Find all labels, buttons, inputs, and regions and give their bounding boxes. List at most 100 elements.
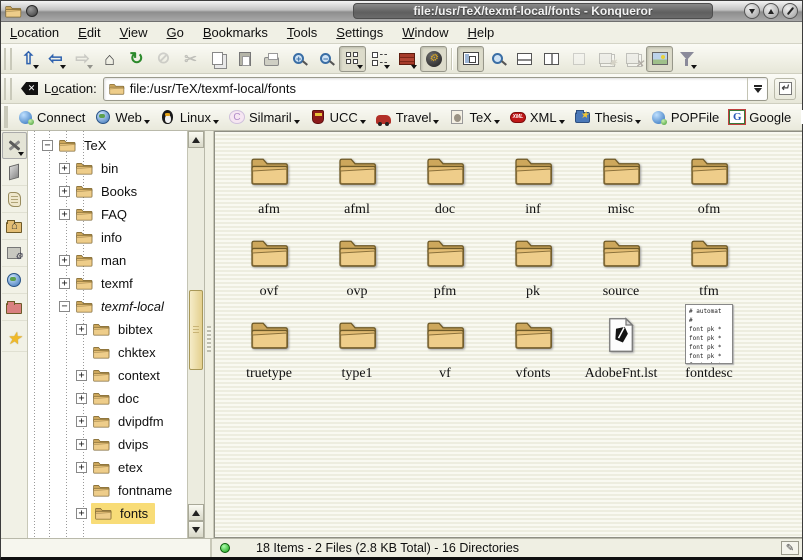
tree-expander[interactable]: + <box>76 508 87 519</box>
back-button[interactable]: ⇦ <box>42 46 69 72</box>
bricks-button[interactable] <box>393 46 420 72</box>
tree-item-bin[interactable]: +bin <box>28 157 187 180</box>
tree-item-texmf[interactable]: +texmf <box>28 272 187 295</box>
icon-view-button[interactable] <box>339 46 366 72</box>
sidebar-configure-button[interactable] <box>2 132 27 159</box>
file-item-vf[interactable]: vf <box>401 304 489 386</box>
location-toolbar-handle[interactable] <box>4 78 12 100</box>
print-button[interactable] <box>258 46 285 72</box>
bookmark-tex[interactable]: TeX <box>445 107 503 127</box>
window-menu-folder-icon[interactable] <box>4 4 22 19</box>
bookmark-google[interactable]: GGoogle <box>725 108 795 127</box>
location-dropdown-button[interactable] <box>747 78 767 100</box>
menu-settings[interactable]: Settings <box>336 25 383 40</box>
bookmark-connect[interactable]: Connect <box>13 107 89 127</box>
sidebar-bookmarks-button[interactable]: ★ <box>2 325 27 352</box>
tree-expander[interactable]: + <box>59 186 70 197</box>
file-item-truetype[interactable]: truetype <box>225 304 313 386</box>
tree-item-man[interactable]: +man <box>28 249 187 272</box>
up-button[interactable]: ⇧ <box>15 46 42 72</box>
konqueror-gear-button[interactable]: ⚙ <box>420 46 447 72</box>
bookmark-thesis[interactable]: Thesis <box>571 107 645 127</box>
location-value[interactable]: file:/usr/TeX/texmf-local/fonts <box>130 81 747 96</box>
file-item-fontdesc[interactable]: # automat # font pk * font pk * font pk … <box>665 304 753 386</box>
panel-splitter[interactable] <box>205 131 214 538</box>
find-file-button[interactable] <box>484 46 511 72</box>
bookmark-ucc[interactable]: UCC <box>306 107 370 127</box>
tree-expander[interactable]: − <box>42 140 53 151</box>
file-item-type1[interactable]: type1 <box>313 304 401 386</box>
file-item-pk[interactable]: pk <box>489 222 577 304</box>
clear-location-button[interactable]: ✕ <box>21 82 38 95</box>
bookmark-popfile[interactable]: POPFile <box>647 107 723 127</box>
tree-expander[interactable]: + <box>76 462 87 473</box>
tree-item-books[interactable]: +Books <box>28 180 187 203</box>
menu-view[interactable]: View <box>120 25 148 40</box>
menu-go[interactable]: Go <box>167 25 184 40</box>
zoom-out-button[interactable]: − <box>312 46 339 72</box>
bookmark-web[interactable]: Web <box>91 107 154 127</box>
file-item-source[interactable]: source <box>577 222 665 304</box>
preview-images-button[interactable] <box>646 46 673 72</box>
tree-expander[interactable]: + <box>59 255 70 266</box>
tree-item-context[interactable]: +context <box>28 364 187 387</box>
new-tab-button[interactable]: ✷ <box>592 46 619 72</box>
menu-location[interactable]: Location <box>10 25 59 40</box>
remove-view-button[interactable] <box>565 46 592 72</box>
file-icon-view[interactable]: afm afml doc inf misc ofm ovf ovp pfm pk… <box>214 131 802 538</box>
scroll-up-button-2[interactable] <box>188 504 204 521</box>
minimize-button[interactable] <box>744 3 760 19</box>
tree-item-chktex[interactable]: chktex <box>28 341 187 364</box>
tree-item-info[interactable]: info <box>28 226 187 249</box>
cut-button[interactable]: ✂ <box>177 46 204 72</box>
titlebar[interactable]: file:/usr/TeX/texmf-local/fonts - Konque… <box>1 1 802 22</box>
file-item-doc[interactable]: doc <box>401 140 489 222</box>
sticky-button[interactable] <box>26 5 38 17</box>
sidebar-root-button[interactable] <box>2 294 27 321</box>
tree-item-bibtex[interactable]: +bibtex <box>28 318 187 341</box>
file-item-afml[interactable]: afml <box>313 140 401 222</box>
sidebar-network-button[interactable] <box>2 267 27 294</box>
close-button[interactable] <box>782 3 798 19</box>
filter-button[interactable] <box>673 46 700 72</box>
sidebar-history-button[interactable] <box>2 186 27 213</box>
menu-tools[interactable]: Tools <box>287 25 317 40</box>
file-item-vfonts[interactable]: vfonts <box>489 304 577 386</box>
file-item-adobefnt[interactable]: AdobeFnt.lst <box>577 304 665 386</box>
bookmark-toolbar-handle[interactable] <box>4 106 8 128</box>
tree-item-fonts-selected[interactable]: +fonts <box>28 502 187 525</box>
reload-button[interactable]: ↻ <box>123 46 150 72</box>
scroll-track[interactable] <box>188 148 204 504</box>
tree-expander[interactable]: − <box>59 301 70 312</box>
tree-item-fontname[interactable]: fontname <box>28 479 187 502</box>
forward-button[interactable]: ⇨ <box>69 46 96 72</box>
location-input[interactable]: file:/usr/TeX/texmf-local/fonts <box>103 77 768 101</box>
bookmark-travel[interactable]: Travel <box>372 107 444 127</box>
tree-expander[interactable]: + <box>76 370 87 381</box>
tree-expander[interactable]: + <box>76 324 87 335</box>
split-top-bottom-button[interactable] <box>511 46 538 72</box>
menu-edit[interactable]: Edit <box>78 25 100 40</box>
zoom-in-button[interactable]: + <box>285 46 312 72</box>
list-view-button[interactable] <box>366 46 393 72</box>
tree-item-etex[interactable]: +etex <box>28 456 187 479</box>
home-button[interactable]: ⌂ <box>96 46 123 72</box>
stop-button[interactable]: ⊘ <box>150 46 177 72</box>
sidebar-home-button[interactable] <box>2 213 27 240</box>
file-item-inf[interactable]: inf <box>489 140 577 222</box>
tree-item-dvipdfm[interactable]: +dvipdfm <box>28 410 187 433</box>
tree-expander[interactable]: + <box>76 393 87 404</box>
file-item-ofm[interactable]: ofm <box>665 140 753 222</box>
scroll-up-button[interactable] <box>188 131 204 148</box>
menu-bookmarks[interactable]: Bookmarks <box>203 25 268 40</box>
file-item-tfm[interactable]: tfm <box>665 222 753 304</box>
bookmark-silmaril[interactable]: CSilmaril <box>225 108 304 127</box>
close-tab-button[interactable]: ✕ <box>619 46 646 72</box>
file-item-afm[interactable]: afm <box>225 140 313 222</box>
menu-window[interactable]: Window <box>402 25 448 40</box>
paste-button[interactable] <box>231 46 258 72</box>
tree-expander[interactable]: + <box>59 209 70 220</box>
tree-item-faq[interactable]: +FAQ <box>28 203 187 226</box>
go-button[interactable]: ↵ <box>774 78 796 100</box>
menu-help[interactable]: Help <box>468 25 495 40</box>
